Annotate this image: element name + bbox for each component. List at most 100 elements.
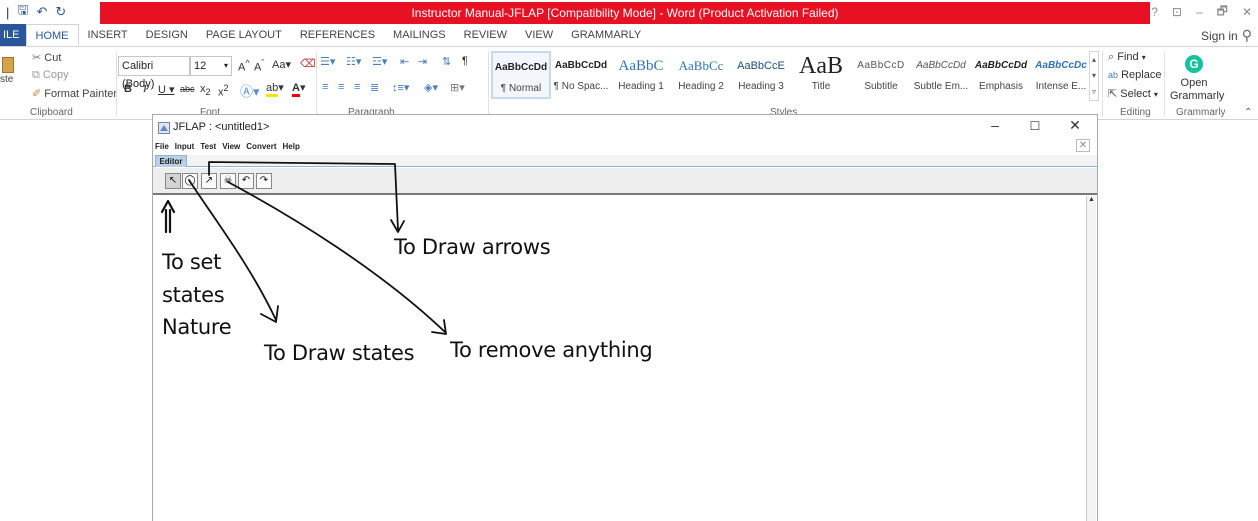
highlight-icon[interactable]: ab▾: [266, 81, 284, 97]
style-sample: AaBbCcDc: [1035, 60, 1087, 71]
ribbon-display-icon[interactable]: ⊡: [1172, 5, 1182, 19]
shading-icon[interactable]: ◈▾: [424, 81, 438, 94]
clipboard-group-label: Clipboard: [30, 107, 73, 118]
tab-grammarly[interactable]: GRAMMARLY: [562, 24, 650, 46]
chevron-down-icon: ▾: [1091, 71, 1096, 80]
align-left-icon[interactable]: ≡: [322, 81, 328, 93]
tab-insert[interactable]: INSERT: [79, 24, 137, 46]
close-icon[interactable]: ✕: [1242, 5, 1252, 19]
state-creator-button[interactable]: ◯: [182, 173, 198, 189]
collapse-ribbon-icon[interactable]: ⌃: [1244, 107, 1252, 118]
select-button[interactable]: ⇱ Select ▾: [1108, 87, 1158, 100]
transition-creator-button[interactable]: ↗: [201, 173, 217, 189]
style-subtitle[interactable]: AaBbCcD Subtitle: [851, 51, 911, 99]
jflap-close-icon[interactable]: ✕: [1063, 117, 1087, 134]
text-effects-icon[interactable]: Ⓐ▾: [240, 81, 260, 100]
cut-button[interactable]: ✂ Cut: [32, 51, 61, 64]
underline-icon[interactable]: U ▾: [158, 83, 175, 96]
style-title[interactable]: AaB Title: [791, 51, 851, 99]
restore-icon[interactable]: 🗗: [1217, 2, 1228, 23]
style-emphasis[interactable]: AaBbCcDd Emphasis: [971, 51, 1031, 99]
annotation-draw-arrows: To Draw arrows: [394, 235, 551, 259]
bullets-icon[interactable]: ☰▾: [320, 55, 335, 68]
scroll-up-icon[interactable]: ▲: [1087, 196, 1096, 206]
help-icon[interactable]: ?: [1151, 5, 1158, 19]
chevron-down-icon: ▾: [1141, 53, 1146, 62]
style-heading-3[interactable]: AaBbCcE Heading 3: [731, 51, 791, 99]
open-grammarly-line2: Grammarly: [1170, 90, 1225, 102]
increase-indent-icon[interactable]: ⇥: [418, 55, 427, 68]
tab-review[interactable]: REVIEW: [455, 24, 516, 46]
menu-input[interactable]: Input: [175, 141, 195, 155]
subscript-icon[interactable]: x2: [200, 83, 211, 97]
menu-view[interactable]: View: [222, 141, 240, 155]
deleter-button[interactable]: ☠: [220, 173, 236, 189]
grow-font-icon[interactable]: A^: [238, 58, 250, 74]
italic-icon[interactable]: I: [143, 83, 147, 95]
tab-view[interactable]: VIEW: [516, 24, 562, 46]
menu-help[interactable]: Help: [283, 141, 300, 155]
jflap-maximize-icon[interactable]: ☐: [1023, 119, 1047, 133]
numbering-icon[interactable]: ☷▾: [346, 55, 361, 68]
style-no-spacing[interactable]: AaBbCcDd ¶ No Spac...: [551, 51, 611, 99]
sign-in-link[interactable]: Sign in ⚲: [1201, 27, 1252, 44]
font-size-box[interactable]: 12 ▾: [190, 56, 232, 76]
superscript-icon[interactable]: x2: [218, 83, 229, 99]
style-name: Heading 2: [678, 81, 724, 92]
multilevel-list-icon[interactable]: ☲▾: [372, 55, 387, 68]
tab-mailings[interactable]: MAILINGS: [384, 24, 455, 46]
borders-icon[interactable]: ⊞▾: [450, 81, 465, 94]
strikethrough-icon[interactable]: abc: [180, 84, 195, 94]
menu-convert[interactable]: Convert: [246, 141, 276, 155]
annotation-set-states-1: To set: [162, 250, 222, 274]
ribbon-separator: [1164, 51, 1165, 117]
copy-button[interactable]: ⧉ Copy: [32, 69, 69, 82]
redo-button[interactable]: ↷: [256, 173, 272, 189]
jflap-close-tab-icon[interactable]: ✕: [1076, 139, 1090, 152]
style-name: ¶ No Spac...: [553, 81, 609, 92]
tab-design[interactable]: DESIGN: [137, 24, 197, 46]
quick-access-toolbar: | 🖫 ↶ ↻: [0, 0, 100, 24]
change-case-icon[interactable]: Aa▾: [272, 58, 291, 71]
tab-editor[interactable]: Editor: [155, 155, 187, 167]
tab-home[interactable]: HOME: [25, 24, 79, 46]
clear-formatting-icon[interactable]: ⌫: [300, 57, 316, 70]
font-color-icon[interactable]: A▾: [292, 81, 305, 97]
line-spacing-icon[interactable]: ↕≡▾: [392, 81, 409, 94]
shrink-font-icon[interactable]: Aˇ: [254, 58, 264, 74]
tab-page-layout[interactable]: PAGE LAYOUT: [197, 24, 291, 46]
tab-file[interactable]: ILE: [0, 24, 26, 46]
style-heading-2[interactable]: AaBbCc Heading 2: [671, 51, 731, 99]
undo-button[interactable]: ↶: [238, 173, 254, 189]
bold-icon[interactable]: B: [124, 83, 132, 95]
find-button[interactable]: ⌕ Find ▾: [1108, 51, 1146, 64]
align-center-icon[interactable]: ≡: [338, 81, 344, 93]
jflap-minimize-icon[interactable]: –: [983, 117, 1007, 133]
style-normal[interactable]: AaBbCcDd ¶ Normal: [491, 51, 551, 99]
style-intense-emphasis[interactable]: AaBbCcDc Intense E...: [1031, 51, 1091, 99]
pilcrow-icon[interactable]: ¶: [462, 55, 468, 67]
sort-icon[interactable]: ⇅: [442, 55, 451, 68]
save-icon[interactable]: 🖫: [17, 1, 28, 23]
open-grammarly-button[interactable]: G Open Grammarly: [1170, 55, 1225, 103]
align-right-icon[interactable]: ≡: [354, 81, 360, 93]
font-name-box[interactable]: Calibri (Body): [118, 56, 190, 90]
styles-scrollbar[interactable]: ▴ ▾ ▿: [1089, 51, 1099, 101]
format-painter-button[interactable]: ✐ Format Painter: [32, 87, 117, 100]
paste-button[interactable]: ste: [0, 57, 18, 97]
style-heading-1[interactable]: AaBbC Heading 1: [611, 51, 671, 99]
justify-icon[interactable]: ≣: [370, 81, 379, 94]
decrease-indent-icon[interactable]: ⇤: [400, 55, 409, 68]
jflap-vertical-scrollbar[interactable]: ▲: [1086, 196, 1096, 521]
menu-test[interactable]: Test: [200, 141, 216, 155]
undo-icon[interactable]: ↶: [36, 4, 47, 20]
minimize-icon[interactable]: –: [1196, 5, 1203, 19]
style-subtle-emphasis[interactable]: AaBbCcDd Subtle Em...: [911, 51, 971, 99]
menu-file[interactable]: File: [155, 141, 169, 155]
ribbon-separator: [1102, 51, 1103, 117]
replace-button[interactable]: ab Replace: [1108, 69, 1161, 81]
tab-references[interactable]: REFERENCES: [291, 24, 384, 46]
redo-icon[interactable]: ↻: [55, 4, 66, 20]
attribute-editor-button[interactable]: ↖: [165, 173, 181, 189]
jflap-toolbar: ↖ ◯ ↗ ☠ ↶ ↷: [153, 168, 1097, 195]
